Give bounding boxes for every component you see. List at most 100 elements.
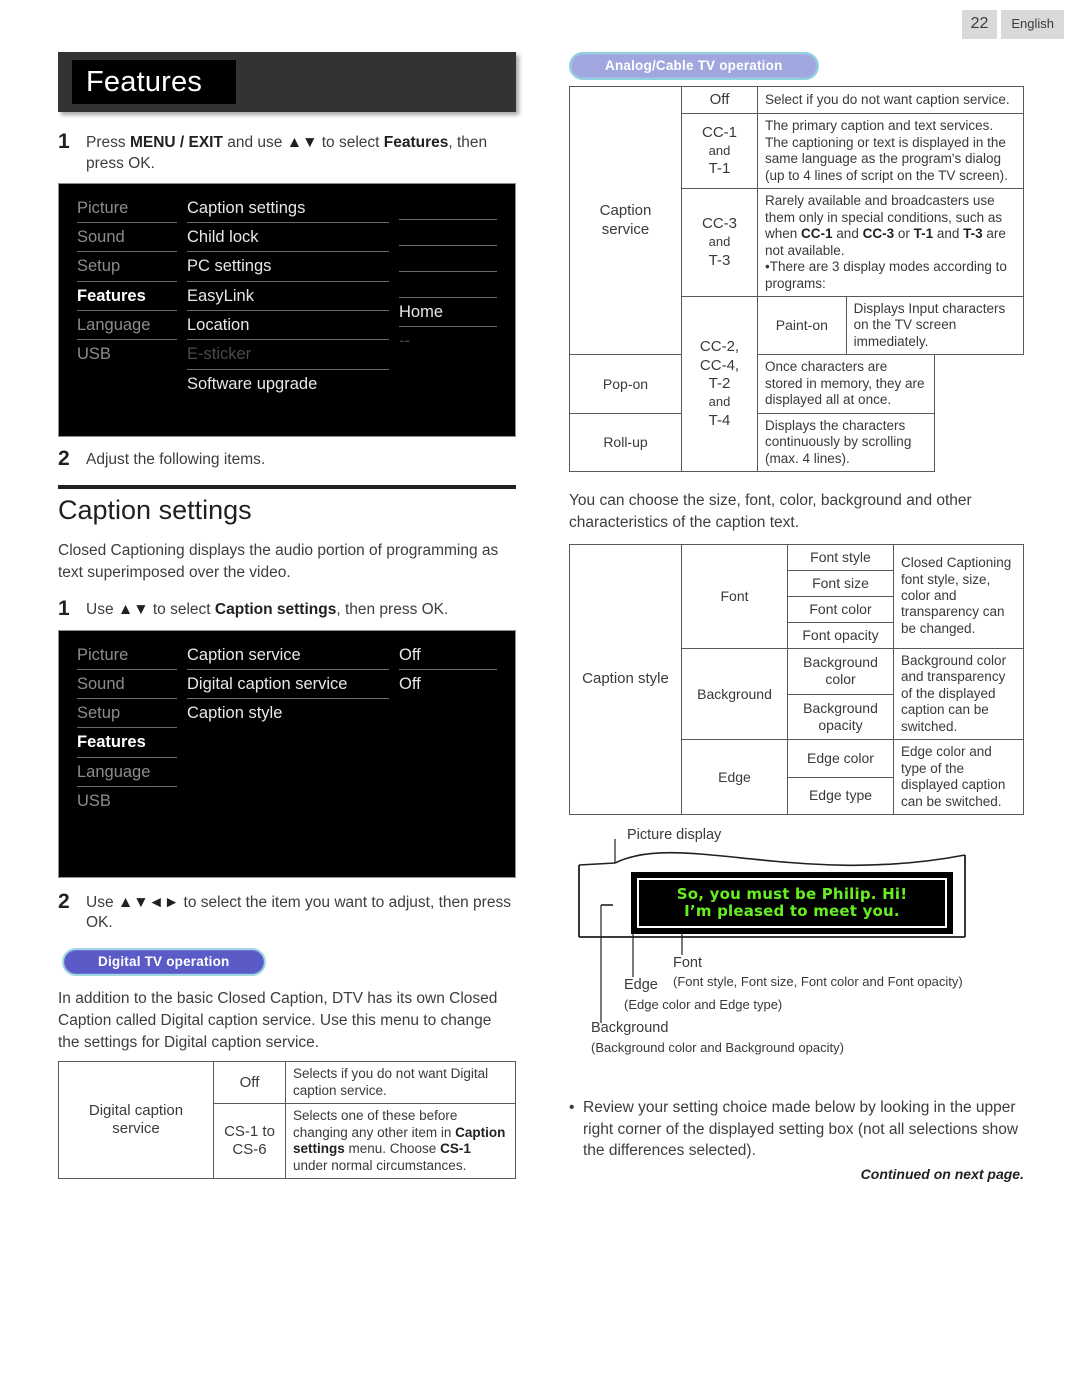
step-number: 2 (58, 889, 70, 913)
menu-item-caption-settings[interactable]: Caption settings (187, 198, 389, 224)
cell-desc-font: Closed Captioning font style, size, colo… (893, 543, 1024, 649)
cell-mode-pop-on-desc: Once characters are stored in memory, th… (756, 354, 936, 414)
cell-item-font-opacity: Font opacity (787, 621, 894, 649)
menu-category-setup[interactable]: Setup (77, 703, 177, 729)
step-number: 1 (58, 597, 70, 621)
cell-group-background: Background (681, 647, 788, 741)
caption-line-2: I’m pleased to meet you. (684, 901, 900, 920)
menu-value-1 (399, 198, 497, 220)
left-column: Features 1 Press MENU / EXIT and use ▲▼ … (58, 52, 516, 1180)
menu-category-features[interactable]: Features (77, 732, 177, 758)
step-1-caption-settings: 1 Use ▲▼ to select Caption settings, the… (58, 597, 516, 621)
cell-item-background-opacity: Background opacity (787, 693, 894, 741)
menu-value-digital-caption-service: Off (399, 674, 421, 693)
cell-mode-roll-up: Roll-up (569, 412, 682, 473)
cell-key-off: Off (213, 1061, 286, 1105)
menu-category-picture[interactable]: Picture (77, 198, 177, 224)
cell-group-font: Font (681, 543, 788, 649)
menu-value-2 (399, 224, 497, 246)
menu-value-e-sticker: -- (399, 332, 410, 351)
cell-mode-paint-on: Paint-on (757, 295, 847, 356)
cell-key-cc1-t1: CC-1 and T-1 (681, 113, 758, 190)
menu-category-usb[interactable]: USB (77, 344, 177, 369)
tv-menu-features: Picture Sound Setup Features Language US… (58, 182, 516, 437)
menu-value-location: Home (399, 302, 497, 328)
menu-value-3 (399, 250, 497, 272)
tv-menu-caption-settings: Picture Sound Setup Features Language US… (58, 629, 516, 878)
menu-category-usb[interactable]: USB (77, 791, 177, 816)
digital-caption-service-table: Digital caption service Off Selects if y… (58, 1061, 516, 1180)
bullet-dot: • (569, 1099, 575, 1117)
cell-digital-caption-service-label: Digital caption service (58, 1061, 214, 1180)
cell-desc-off: Select if you do not want caption servic… (757, 85, 1024, 115)
features-title-bar: Features (58, 52, 516, 112)
cell-key-cc3-t3: CC-3 and T-3 (681, 188, 758, 297)
page-title: Features (72, 60, 236, 104)
cell-mode-paint-on-desc: Displays Input characters on the TV scre… (845, 295, 1025, 356)
cell-desc-background: Background color and transparency of the… (893, 647, 1024, 741)
menu-item-child-lock[interactable]: Child lock (187, 227, 389, 253)
menu-category-sound[interactable]: Sound (77, 227, 177, 253)
menu-item-e-sticker[interactable]: E-sticker (187, 344, 389, 370)
picture-display-diagram: Picture display So, you must be Philip. … (569, 825, 1024, 1065)
cell-desc-edge: Edge color and type of the displayed cap… (893, 739, 1024, 816)
step-text: Use ▲▼ to select Caption settings, then … (86, 601, 449, 619)
menu-item-caption-service[interactable]: Caption service (187, 645, 389, 670)
cell-desc-cc1-t1: The primary caption and text services. T… (757, 113, 1024, 190)
menu-category-setup[interactable]: Setup (77, 256, 177, 282)
cell-group-edge: Edge (681, 739, 788, 816)
cell-desc-cs-range: Selects one of these before changing any… (285, 1103, 516, 1180)
menu-item-digital-caption-service[interactable]: Digital caption service (187, 674, 389, 700)
step-2-select-item: 2 Use ▲▼◄► to select the item you want t… (58, 890, 516, 935)
cell-item-edge-color: Edge color (787, 739, 894, 778)
caption-settings-intro: Closed Captioning displays the audio por… (58, 541, 499, 581)
background-label: Background (591, 1020, 669, 1037)
cell-item-font-size: Font size (787, 569, 894, 597)
cell-item-font-style: Font style (787, 543, 894, 571)
cell-key-cc2-cc4-t2-t4: CC-2, CC-4, T-2 and T-4 (681, 295, 758, 473)
digital-tv-intro: In addition to the basic Closed Caption,… (58, 990, 498, 1051)
menu-item-caption-style[interactable]: Caption style (187, 703, 389, 728)
review-bullet-block: • Review your setting choice made below … (569, 1097, 1024, 1182)
menu-item-easylink[interactable]: EasyLink (187, 286, 389, 312)
caption-example-inner: So, you must be Philip. Hi! I’m pleased … (637, 878, 947, 929)
menu-category-language[interactable]: Language (77, 315, 177, 341)
section-divider (58, 484, 516, 489)
cell-item-edge-type: Edge type (787, 776, 894, 816)
cell-caption-style-label: Caption style (569, 543, 682, 816)
cell-caption-service-label: Caption service (569, 85, 682, 356)
right-column: Analog/Cable TV operation Caption servic… (569, 52, 1025, 1182)
font-sublabel: (Font style, Font size, Font color and F… (673, 974, 963, 990)
step-2-adjust: 2 Adjust the following items. (58, 447, 516, 471)
badge-row-digital: Digital TV operation (58, 948, 516, 977)
menu-category-sound[interactable]: Sound (77, 674, 177, 700)
menu-category-features[interactable]: Features (77, 286, 177, 312)
menu-category-language[interactable]: Language (77, 762, 177, 788)
cell-mode-roll-up-desc: Displays the characters continuously by … (756, 412, 936, 473)
caption-line-1: So, you must be Philip. Hi! (676, 884, 908, 903)
background-sublabel: (Background color and Background opacity… (591, 1040, 844, 1056)
page-number: 22 (961, 10, 998, 39)
badge-digital-tv-operation: Digital TV operation (62, 948, 266, 977)
review-bullet: • Review your setting choice made below … (569, 1097, 1024, 1162)
menu-item-pc-settings[interactable]: PC settings (187, 256, 389, 282)
menu-value-caption-service: Off (399, 645, 497, 670)
cell-key-off: Off (681, 85, 758, 115)
cell-item-font-color: Font color (787, 595, 894, 623)
cell-desc-off: Selects if you do not want Digital capti… (285, 1061, 516, 1105)
section-heading: Caption settings (58, 494, 252, 525)
language-label: English (1001, 10, 1064, 39)
caption-example-box: So, you must be Philip. Hi! I’m pleased … (631, 872, 953, 935)
step-number: 1 (58, 130, 70, 153)
font-label: Font (673, 955, 703, 972)
menu-item-software-upgrade[interactable]: Software upgrade (187, 374, 389, 399)
cell-item-background-color: Background color (787, 647, 894, 695)
table-row: Roll-up Displays the characters continuo… (569, 412, 1024, 473)
step-text: Adjust the following items. (86, 450, 266, 468)
caption-style-table: Caption style Font Font style Closed Cap… (569, 543, 1024, 816)
continued-note: Continued on next page. (860, 1166, 1024, 1183)
table-row: Caption style Font Font style Closed Cap… (569, 543, 1024, 816)
menu-item-location[interactable]: Location (187, 315, 389, 341)
step-text: Press MENU / EXIT and use ▲▼ to select F… (86, 134, 488, 172)
menu-category-picture[interactable]: Picture (77, 645, 177, 670)
